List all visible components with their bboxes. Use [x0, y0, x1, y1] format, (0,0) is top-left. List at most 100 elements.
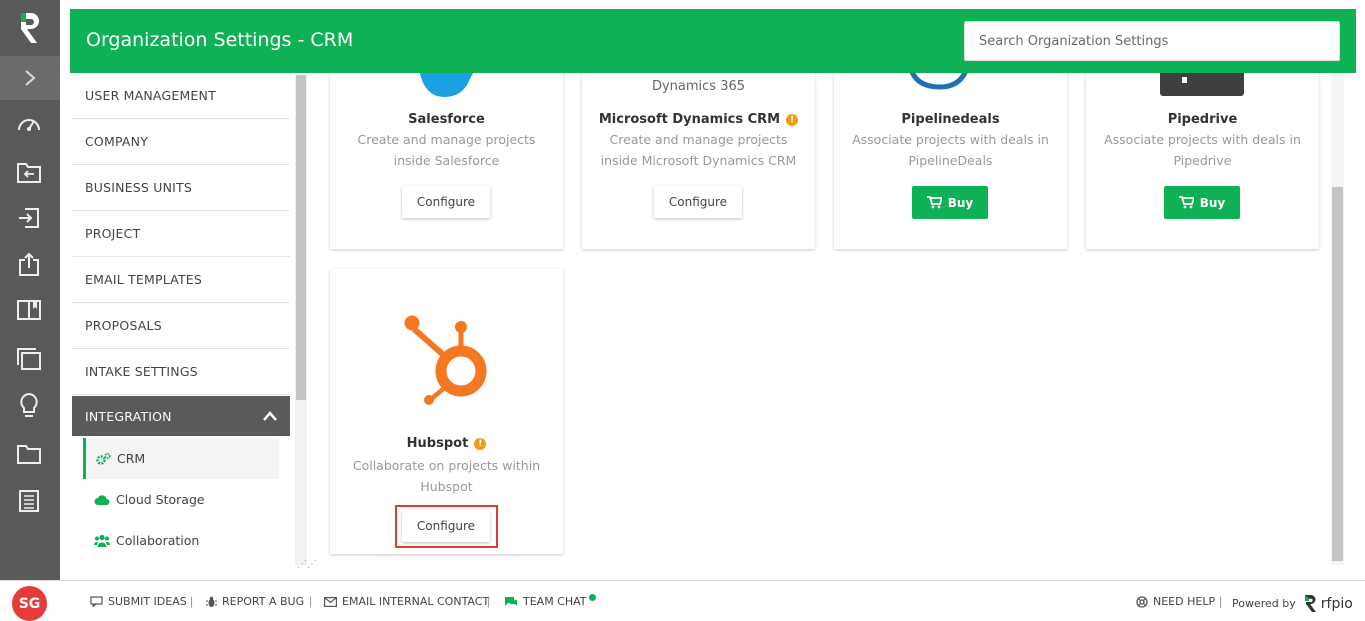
nav-scrollbar-thumb[interactable] — [296, 75, 306, 400]
email-internal-contact-label: EMAIL INTERNAL CONTACT — [342, 595, 490, 608]
card-title: Salesforce — [408, 112, 485, 127]
powered-by-label: Powered by — [1232, 597, 1296, 610]
content-scrollbar-thumb[interactable] — [1332, 187, 1343, 561]
nav-item-intake-settings[interactable]: INTAKE SETTINGS — [72, 349, 290, 395]
crm-card-pipedrive: Pipedrive Associate projects with deals … — [1086, 73, 1319, 249]
configure-dynamics-button[interactable]: Configure — [654, 186, 742, 218]
card-description: Associate projects with deals in Pipelin… — [852, 132, 1049, 168]
configure-hubspot-button[interactable]: Configure — [402, 510, 490, 542]
users-icon — [94, 534, 110, 547]
footer-divider: | — [1219, 594, 1223, 608]
sub-item-crm[interactable]: CRM — [83, 438, 279, 479]
need-help-link[interactable]: NEED HELP — [1136, 595, 1215, 608]
footer-divider: | — [190, 594, 194, 608]
integration-cards-area: Salesforce Create and manage projects in… — [315, 73, 1330, 565]
need-help-label: NEED HELP — [1153, 595, 1216, 608]
resize-handle-icon[interactable]: ⋰⋰ — [297, 559, 317, 570]
nav-item-project[interactable]: PROJECT — [72, 211, 290, 257]
footer-divider: | — [487, 594, 491, 608]
cart-icon — [1178, 196, 1194, 209]
folder-icon[interactable] — [15, 440, 43, 468]
rfpio-logo-icon[interactable] — [0, 0, 60, 56]
avatar[interactable]: SG — [12, 586, 47, 621]
submit-ideas-label: SUBMIT IDEAS — [108, 595, 187, 608]
cogs-icon — [95, 452, 111, 466]
sub-item-label: Cloud Storage — [116, 492, 205, 507]
sub-item-cloud-storage[interactable]: Cloud Storage — [83, 479, 279, 520]
nav-item-integration-label: INTEGRATION — [85, 408, 172, 424]
email-internal-contact-link[interactable]: EMAIL INTERNAL CONTACT — [324, 595, 489, 608]
nav-item-email-templates[interactable]: EMAIL TEMPLATES — [72, 257, 290, 303]
nav-item-user-management[interactable]: USER MANAGEMENT — [72, 73, 290, 119]
expand-rail-button[interactable] — [0, 56, 60, 100]
powered-by: Powered by rfpio — [1232, 594, 1353, 613]
buy-pipedrive-button[interactable]: Buy — [1164, 186, 1240, 219]
crm-card-microsoft-dynamics: Dynamics 365 Microsoft Dynamics CRM! Cre… — [582, 73, 815, 249]
documents-icon[interactable] — [15, 345, 43, 373]
reports-icon[interactable] — [15, 487, 43, 515]
library-icon[interactable] — [15, 296, 43, 324]
page-title: Organization Settings - CRM — [86, 29, 354, 51]
configure-salesforce-button[interactable]: Configure — [402, 186, 490, 218]
card-title-text: Microsoft Dynamics CRM — [598, 112, 781, 127]
rfpio-brand-label: rfpio — [1320, 595, 1353, 612]
online-status-dot — [588, 594, 596, 601]
team-chat-link[interactable]: TEAM CHAT — [504, 594, 596, 608]
dashboard-icon[interactable] — [15, 111, 43, 139]
pipedrive-logo-icon — [1160, 73, 1244, 96]
cloud-icon — [94, 494, 110, 506]
comment-icon — [90, 596, 103, 607]
nav-item-integration[interactable]: INTEGRATION — [72, 396, 290, 436]
lifebuoy-icon — [1136, 595, 1148, 608]
pipelinedeals-logo-icon — [909, 73, 968, 90]
export-icon[interactable] — [15, 250, 43, 278]
content-scrollbar[interactable] — [1331, 73, 1344, 565]
warning-icon[interactable]: ! — [474, 438, 487, 450]
app-footer: SG SUBMIT IDEAS | REPORT A BUG | EMAIL I… — [0, 580, 1365, 621]
card-title: Microsoft Dynamics CRM! — [582, 112, 815, 127]
card-title: Pipelinedeals — [901, 112, 1000, 127]
nav-item-company[interactable]: COMPANY — [72, 119, 290, 165]
card-title: Pipedrive — [1167, 112, 1238, 127]
settings-nav: USER MANAGEMENT COMPANY BUSINESS UNITS P… — [72, 73, 290, 565]
crm-card-salesforce: Salesforce Create and manage projects in… — [330, 73, 563, 249]
page-header: Organization Settings - CRM — [70, 9, 1356, 73]
hubspot-logo-icon — [404, 315, 487, 405]
team-chat-label: TEAM CHAT — [523, 595, 587, 608]
nav-scrollbar[interactable] — [295, 75, 307, 565]
chevron-right-icon — [25, 70, 36, 86]
buy-label: Buy — [947, 195, 974, 210]
search-settings-input[interactable] — [964, 21, 1340, 61]
nav-item-proposals[interactable]: PROPOSALS — [72, 303, 290, 349]
card-description: Create and manage projects inside Micros… — [600, 132, 797, 168]
warning-icon[interactable]: ! — [786, 114, 799, 126]
cart-icon — [926, 196, 942, 209]
sub-item-label: Collaboration — [116, 533, 200, 548]
card-title: Hubspot! — [330, 436, 563, 451]
projects-folder-icon[interactable] — [15, 158, 43, 186]
chat-icon — [505, 596, 517, 606]
intake-icon[interactable] — [15, 204, 43, 232]
card-title-text: Hubspot — [406, 436, 469, 451]
bug-icon — [206, 596, 217, 607]
crm-card-hubspot: Hubspot! Collaborate on projects within … — [330, 269, 563, 554]
card-description: Create and manage projects inside Salesf… — [357, 132, 536, 168]
salesforce-logo-icon — [419, 73, 474, 97]
nav-item-business-units[interactable]: BUSINESS UNITS — [72, 165, 290, 211]
report-bug-label: REPORT A BUG — [222, 595, 305, 608]
report-bug-link[interactable]: REPORT A BUG — [206, 595, 304, 608]
rfpio-brand-icon — [1304, 595, 1316, 612]
card-description: Associate projects with deals in Pipedri… — [1104, 132, 1301, 168]
card-description: Collaborate on projects within Hubspot — [352, 458, 541, 494]
submit-ideas-link[interactable]: SUBMIT IDEAS — [90, 595, 187, 608]
buy-pipelinedeals-button[interactable]: Buy — [912, 186, 988, 219]
ideas-lightbulb-icon[interactable] — [15, 392, 43, 420]
crm-card-pipelinedeals: Pipelinedeals Associate projects with de… — [834, 73, 1067, 249]
sub-item-collaboration[interactable]: Collaboration — [83, 520, 279, 561]
app-rail — [0, 0, 60, 580]
chevron-up-icon — [263, 411, 277, 421]
sub-item-label: CRM — [117, 451, 146, 466]
envelope-icon — [324, 596, 337, 607]
dynamics-logo-text: Dynamics 365 — [651, 79, 746, 94]
footer-divider: | — [309, 594, 313, 608]
